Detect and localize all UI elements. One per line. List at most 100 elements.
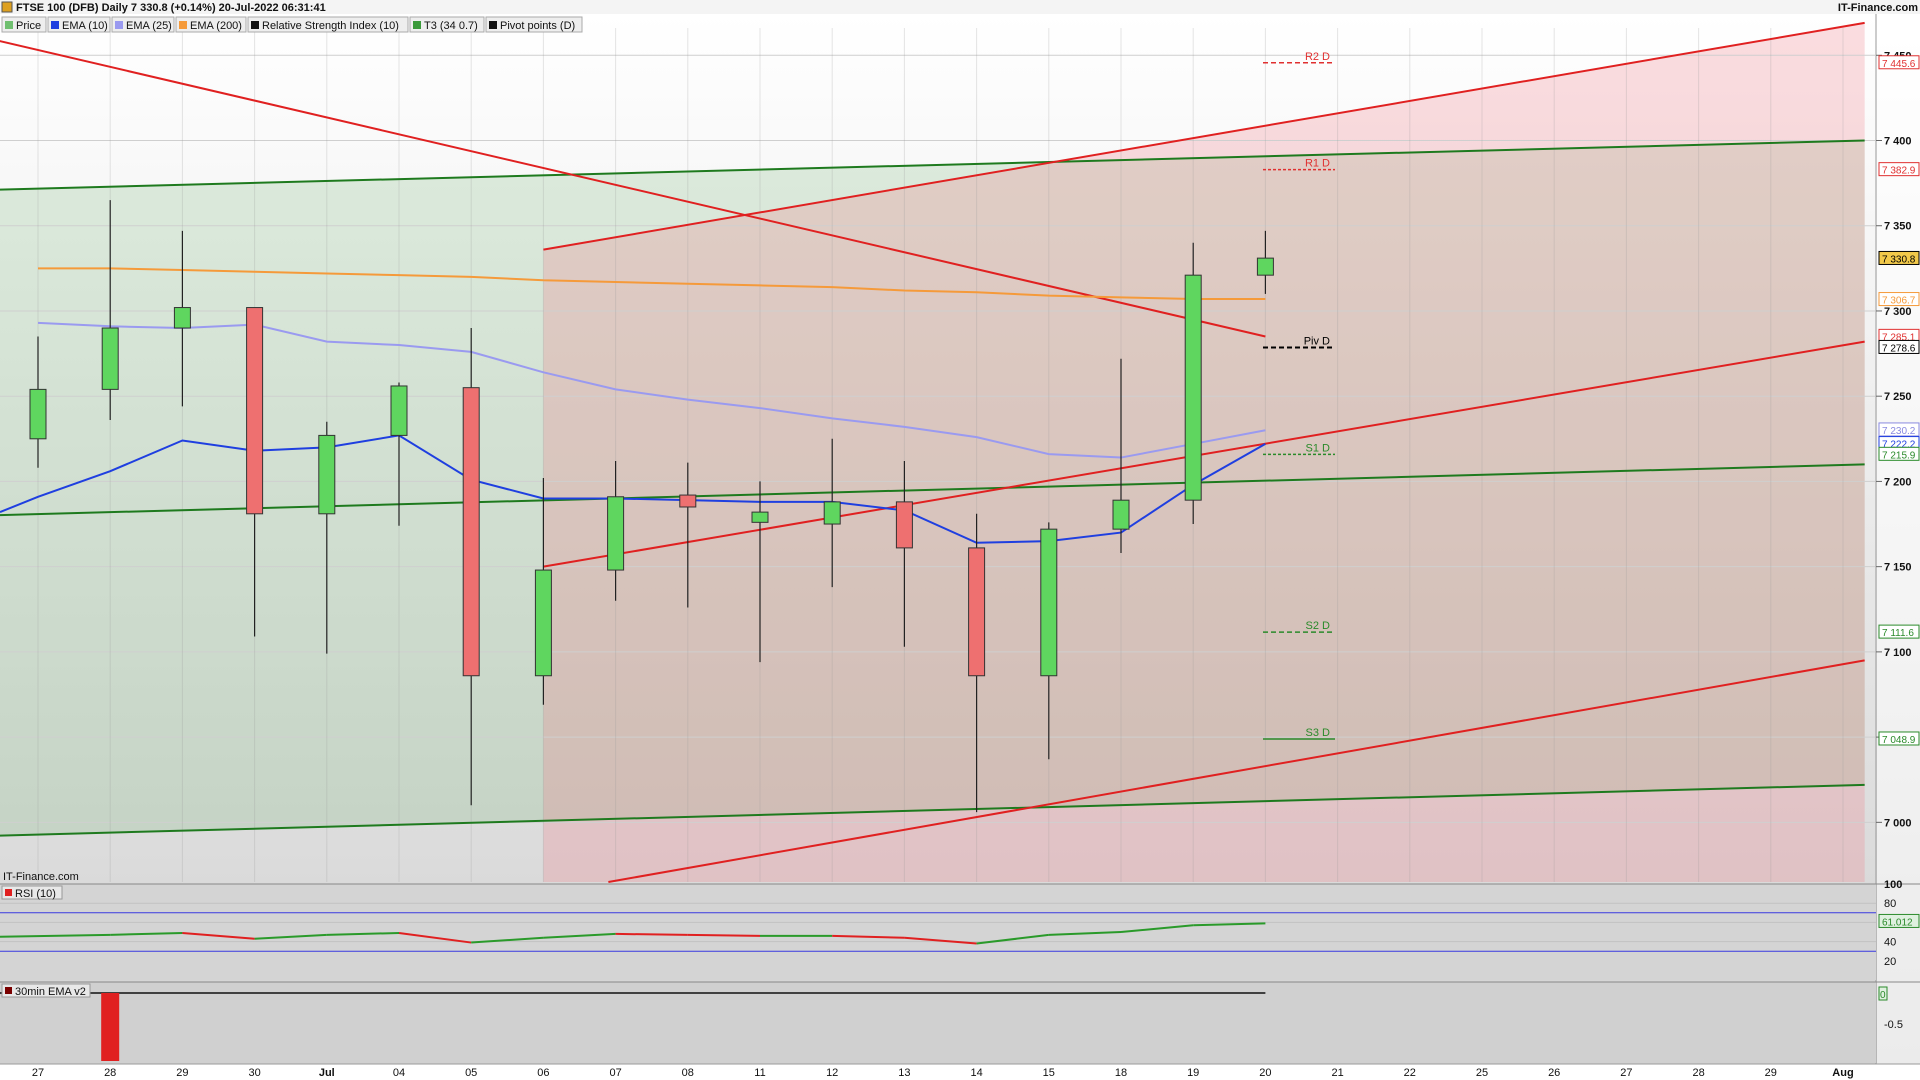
x-tick-label: Jul [319, 1067, 335, 1079]
price-tag-label: 7 306.7 [1882, 296, 1916, 307]
x-tick-label: 08 [682, 1067, 694, 1079]
chart-window: R2 D R1 D Piv D S1 D S2 D S3 D 7 000 7 100 7 15… [0, 0, 1920, 1080]
y-tick-label: 7 200 [1884, 476, 1912, 488]
price-tag-label: 7 230.2 [1882, 426, 1916, 437]
x-tick-label: 26 [1548, 1067, 1560, 1079]
candle-body [390, 385, 408, 436]
x-tick-label: 28 [1692, 1067, 1704, 1079]
legend-label: EMA (10) [62, 20, 108, 32]
x-tick-label: 22 [1404, 1067, 1416, 1079]
x-tick-label: 27 [32, 1067, 44, 1079]
legend-label: EMA (200) [190, 20, 242, 32]
chart-icon [1, 1, 13, 13]
rsi-tick-label: 40 [1884, 937, 1896, 949]
x-tick-label: 06 [537, 1067, 549, 1079]
candle-body [679, 494, 697, 508]
x-tick-label: 27 [1620, 1067, 1632, 1079]
price-tag: 7 230.2 [1878, 422, 1920, 437]
pivot-label: S3 D [1306, 727, 1331, 739]
legend-item[interactable]: EMA (25) [111, 16, 175, 33]
ema30-panel [0, 982, 1876, 1063]
y-tick-label: 7 100 [1884, 647, 1912, 659]
pivot-label: R1 D [1305, 158, 1330, 170]
ema30-tick-zero: 0 [1880, 990, 1886, 1001]
legend-swatch [413, 21, 421, 29]
price-tag: 7 111.6 [1878, 624, 1920, 639]
legend-swatch [179, 21, 187, 29]
x-tick-label: 25 [1476, 1067, 1488, 1079]
legend-item[interactable]: Price [1, 16, 47, 33]
legend-item[interactable]: EMA (200) [175, 16, 247, 33]
candle-body [173, 307, 191, 329]
ema30-bar [101, 993, 120, 1061]
candle-body [607, 496, 625, 571]
rsi-panel [0, 884, 1876, 980]
price-tag-label: 7 445.6 [1882, 59, 1916, 70]
legend-swatch [5, 21, 13, 29]
ema30-legend: 30min EMA v2 [1, 983, 91, 998]
candle-body [1184, 274, 1202, 501]
y-tick-label: 7 150 [1884, 562, 1912, 574]
rsi-line-segment [615, 932, 688, 936]
legend-swatch [115, 21, 123, 29]
legend-swatch [251, 21, 259, 29]
legend-item[interactable]: Relative Strength Index (10) [247, 16, 409, 33]
legend-swatch [51, 21, 59, 29]
pivot-label: S1 D [1306, 442, 1331, 454]
legend-item[interactable]: Pivot points (D) [485, 16, 583, 33]
pivot-label: R2 D [1305, 51, 1330, 63]
price-tag-label: 7 382.9 [1882, 166, 1916, 177]
legend-item[interactable]: EMA (10) [47, 16, 111, 33]
y-tick-label: 7 400 [1884, 136, 1912, 148]
legend-label: EMA (25) [126, 20, 172, 32]
x-tick-label: 12 [826, 1067, 838, 1079]
x-tick-label: 20 [1259, 1067, 1271, 1079]
y-tick-label: 7 350 [1884, 221, 1912, 233]
rsi-value-tag: 61.012 [1878, 913, 1920, 928]
rsi-tick-label: 20 [1884, 956, 1896, 968]
price-tag-label: 7 278.6 [1882, 343, 1916, 354]
candle-body [29, 388, 47, 440]
candle-body [1256, 257, 1274, 276]
rsi-line-segment [687, 933, 761, 937]
candle-body [534, 569, 552, 677]
pivot-label: S2 D [1306, 620, 1331, 632]
price-tag: 7 382.9 [1878, 162, 1920, 177]
ftse-chart[interactable]: R2 D R1 D Piv D S1 D S2 D S3 D 7 000 7 100 7 15… [0, 0, 1920, 1080]
x-tick-label: 07 [609, 1067, 621, 1079]
watermark-text: IT-Finance.com [3, 871, 79, 883]
legend-item[interactable]: T3 (34 0.7) [409, 16, 485, 33]
candle-body [462, 387, 480, 677]
candle[interactable] [1184, 242, 1202, 525]
chart-title: FTSE 100 (DFB) Daily 7 330.8 (+0.14%) 20… [16, 2, 326, 14]
x-tick-label: 19 [1187, 1067, 1199, 1079]
x-tick-label: Aug [1832, 1067, 1853, 1079]
legend-label: Price [16, 20, 41, 32]
candle-body [318, 434, 336, 515]
candle-body [895, 501, 913, 549]
legend-label: Pivot points (D) [500, 20, 575, 32]
x-tick-label: 13 [898, 1067, 910, 1079]
candle-body [1112, 499, 1130, 530]
legend-label: T3 (34 0.7) [424, 20, 478, 32]
ema30-tick-half: -0.5 [1884, 1019, 1903, 1031]
rsi-legend-label: RSI (10) [15, 888, 56, 900]
pivot-label: Piv D [1304, 335, 1330, 347]
price-tag-label: 7 215.9 [1882, 450, 1916, 461]
rsi-legend: RSI (10) [1, 885, 63, 900]
price-tag: 7 330.8 [1878, 250, 1920, 265]
legend-swatch [489, 21, 497, 29]
price-tag-label: 7 111.6 [1882, 628, 1914, 639]
rsi-tick-label: 80 [1884, 898, 1896, 910]
rsi-value-label: 61.012 [1882, 917, 1913, 928]
candle-body [1040, 528, 1058, 677]
candle-body [823, 501, 841, 525]
y-tick-label: 7 300 [1884, 306, 1912, 318]
price-tag: 7 048.9 [1878, 731, 1920, 746]
candle-body [968, 547, 986, 677]
candle-body [751, 511, 769, 523]
rsi-legend-swatch [5, 889, 12, 896]
y-tick-label: 7 000 [1884, 817, 1912, 829]
price-tag-label: 7 330.8 [1882, 254, 1916, 265]
x-tick-label: 28 [104, 1067, 116, 1079]
